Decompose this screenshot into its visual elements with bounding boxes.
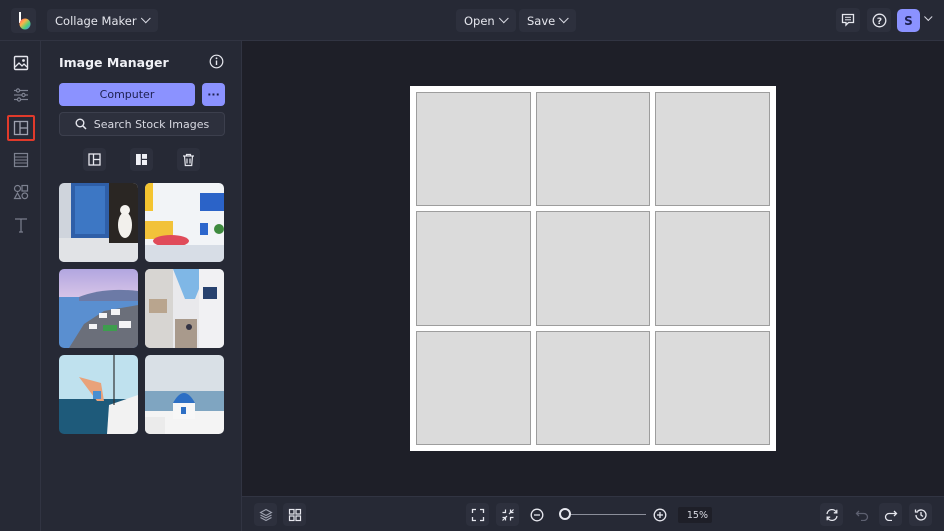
more-sources-button[interactable]: ··· [202,83,225,106]
collage-cell[interactable] [535,211,651,326]
feedback-button[interactable] [836,8,860,32]
info-icon [209,54,224,69]
collage-cell[interactable] [655,92,770,207]
zoom-out-button[interactable] [530,507,544,526]
collage-canvas[interactable] [410,86,776,451]
zoom-slider-handle[interactable] [559,508,572,520]
save-dropdown[interactable]: Save [519,9,577,32]
app-logo[interactable] [11,8,36,33]
svg-text:?: ? [876,16,881,26]
undo-button[interactable] [850,503,873,526]
image-thumbnail-cat-window[interactable] [59,183,138,262]
refresh-icon [825,508,838,521]
zoom-percentage-field[interactable]: 15% [678,507,712,523]
search-label: Search Stock Images [93,117,210,131]
thumbnail-image [145,269,224,348]
rail-item-backgrounds[interactable] [7,147,35,173]
help-icon: ? [872,13,886,27]
open-label: Open [464,13,495,28]
compress-icon [501,508,514,521]
befunky-logo-icon [18,11,30,29]
rail-item-layouts[interactable] [7,115,35,141]
thumbnail-image [59,183,138,262]
layout-icon [88,153,101,166]
thumbnail-image [59,269,138,348]
sliders-icon [14,88,28,102]
avatar-initial: S [904,13,913,28]
app-menu-label: Collage Maker [55,13,137,28]
grid-view-button[interactable] [283,503,306,526]
history-icon [914,508,927,521]
reset-button[interactable] [820,503,843,526]
more-options-icon: ··· [207,88,220,101]
actual-size-button[interactable] [496,503,519,526]
computer-upload-button[interactable]: Computer [59,83,195,106]
app-menu-dropdown[interactable]: Collage Maker [47,9,158,32]
redo-button[interactable] [879,503,902,526]
collage-cell[interactable] [535,330,651,445]
workspace [242,41,944,496]
zoom-value: 15% [686,509,708,521]
top-bar: Collage Maker Open Save ? S [0,0,944,41]
expand-icon [471,508,484,521]
zoom-slider-track[interactable] [562,514,646,515]
search-stock-images-button[interactable]: Search Stock Images [59,112,225,136]
fit-to-screen-button[interactable] [466,503,489,526]
image-thumbnail-alley[interactable] [145,269,224,348]
collage-cell[interactable] [416,92,531,207]
panel-title: Image Manager [59,55,169,70]
search-icon [75,118,87,130]
bottom-toolbar: 15% [242,496,944,531]
grid-icon [288,508,301,521]
thumbnail-image [145,355,224,434]
collage-cell[interactable] [655,211,770,326]
layout-icon [13,120,29,136]
help-button[interactable]: ? [867,8,891,32]
user-avatar[interactable]: S [897,9,920,32]
save-label: Save [527,13,556,28]
text-icon [15,218,27,233]
chevron-down-icon [559,13,569,24]
layout-filled-icon [136,154,147,165]
account-menu-chevron[interactable] [924,12,933,22]
rail-item-image-manager[interactable] [7,50,35,76]
redo-icon [884,510,897,521]
rail-item-edit[interactable] [7,82,35,108]
chevron-down-icon [498,13,509,24]
zoom-out-icon [530,508,544,522]
image-thumbnail-coastline[interactable] [59,269,138,348]
collage-cell[interactable] [655,330,770,445]
delete-images-button[interactable] [177,148,200,171]
shapes-icon [13,184,29,200]
collage-cell[interactable] [416,211,531,326]
chevron-down-icon [924,12,933,22]
history-button[interactable] [909,503,932,526]
undo-icon [855,510,868,521]
zoom-in-icon [653,508,667,522]
trash-icon [183,153,194,166]
image-thumbnail-blue-dome[interactable] [145,355,224,434]
rail-item-text[interactable] [7,212,35,238]
computer-label: Computer [99,88,155,101]
open-dropdown[interactable]: Open [456,9,516,32]
image-thumbnail-sailboat[interactable] [59,355,138,434]
layers-button[interactable] [254,503,277,526]
autofill-layout-button[interactable] [83,148,106,171]
image-manager-panel: Image Manager Computer ··· Search Stock … [41,41,242,531]
rail-item-graphics[interactable] [7,179,35,205]
layers-icon [258,508,273,521]
zoom-in-button[interactable] [653,507,667,526]
chevron-down-icon [140,13,151,24]
image-thumbnail-white-street[interactable] [145,183,224,262]
info-button[interactable] [209,54,224,73]
thumbnail-image [59,355,138,434]
fill-layout-button[interactable] [130,148,153,171]
tool-rail [0,41,41,531]
thumbnail-image [145,183,224,262]
image-icon [13,55,29,71]
texture-icon [13,152,29,168]
collage-cell[interactable] [416,330,531,445]
comment-icon [841,13,855,27]
collage-cell[interactable] [535,92,651,207]
